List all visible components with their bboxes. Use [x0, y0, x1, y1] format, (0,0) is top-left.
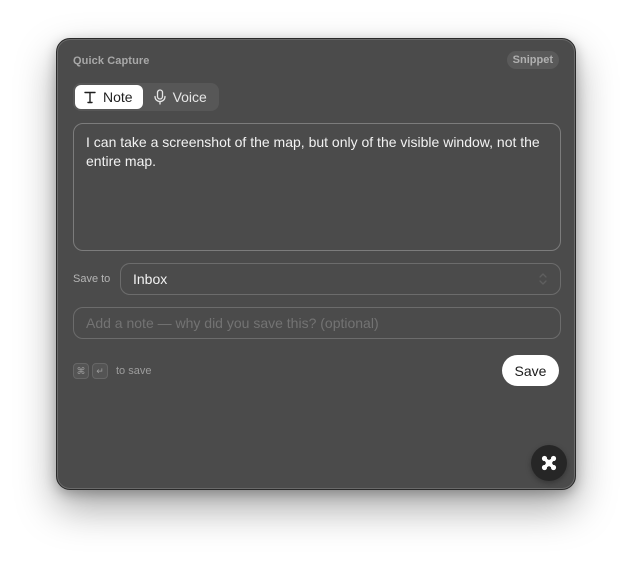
- note-input[interactable]: Add a note — why did you save this? (opt…: [73, 307, 561, 339]
- tab-note[interactable]: Note: [75, 85, 143, 109]
- text-icon: [84, 91, 96, 104]
- destination-select[interactable]: Inbox: [120, 263, 561, 295]
- quick-capture-window: Quick Capture Snippet Note Voice I can t…: [56, 38, 576, 490]
- window-title: Quick Capture: [73, 55, 150, 67]
- microphone-icon: [153, 89, 166, 105]
- command-key: ⌘: [73, 363, 89, 379]
- chevron-up-down-icon: [539, 273, 547, 285]
- screen: Quick Capture Snippet Note Voice I can t…: [0, 0, 632, 564]
- save-to-label: Save to: [73, 273, 111, 285]
- app-logo-icon: [541, 455, 557, 471]
- mode-switch: Note Voice: [73, 83, 219, 111]
- shortcut-text: to save: [116, 365, 152, 377]
- tab-note-label: Note: [103, 89, 133, 105]
- tab-voice[interactable]: Voice: [145, 85, 217, 109]
- snippet-badge[interactable]: Snippet: [506, 51, 559, 69]
- app-launcher-button[interactable]: [531, 445, 567, 481]
- return-key: ↵: [92, 363, 108, 379]
- save-button[interactable]: Save: [502, 355, 559, 386]
- tab-voice-label: Voice: [172, 89, 207, 105]
- destination-value: Inbox: [133, 271, 168, 287]
- save-shortcut-hint: ⌘ ↵ to save: [73, 363, 151, 379]
- capture-textarea[interactable]: I can take a screenshot of the map, but …: [73, 123, 561, 251]
